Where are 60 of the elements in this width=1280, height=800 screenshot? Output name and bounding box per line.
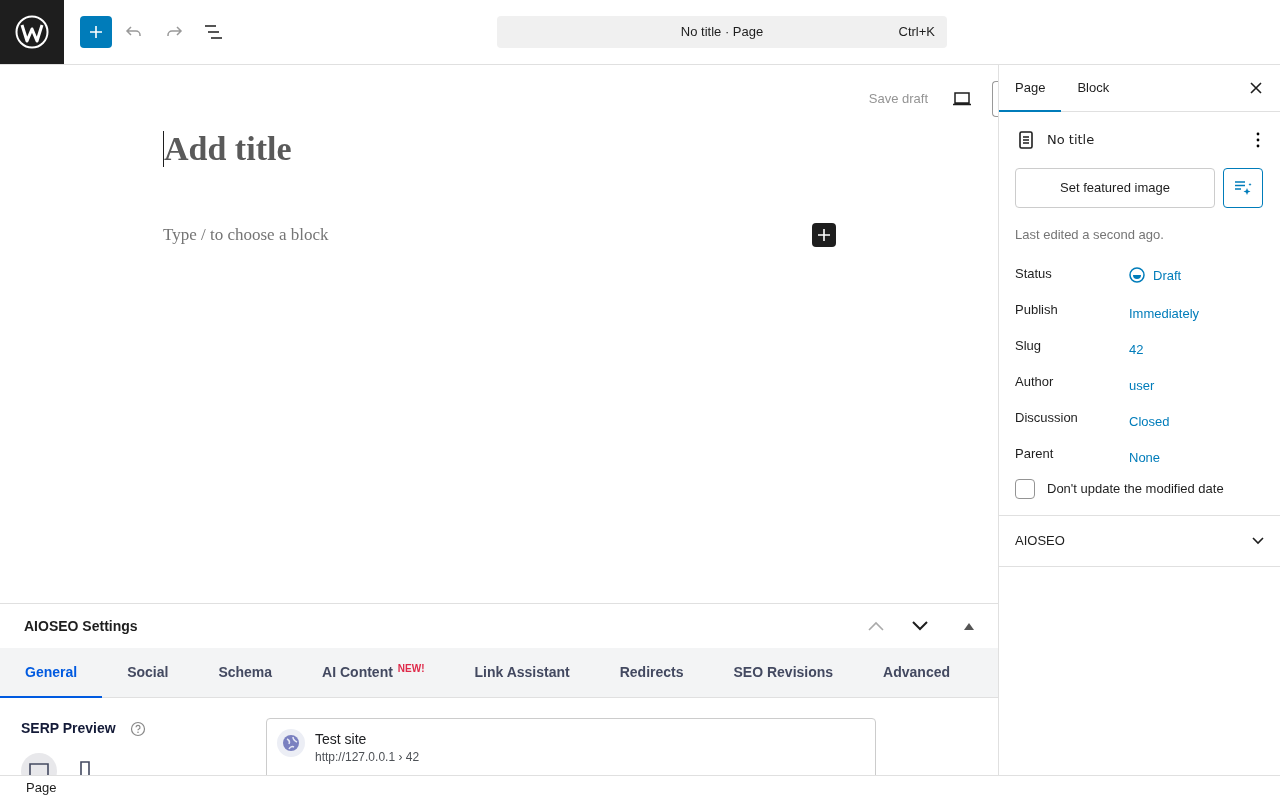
list-sparkle-icon: [1234, 180, 1252, 196]
field-label: Publish: [1015, 300, 1059, 319]
checkbox[interactable]: [1015, 478, 1035, 499]
breadcrumb-item[interactable]: Page: [26, 778, 57, 798]
sidebar-tab[interactable]: Block: [1061, 65, 1126, 112]
settings-tab[interactable]: Social: [102, 648, 194, 698]
set-featured-image-button[interactable]: Set featured image: [1015, 168, 1215, 208]
laptop-icon[interactable]: [952, 92, 972, 106]
panel-toggle[interactable]: AIOSEO: [999, 515, 1280, 567]
field-label: Parent: [1015, 444, 1055, 463]
field-value-link[interactable]: Closed: [1129, 404, 1170, 431]
command-bar[interactable]: No title · Page Ctrl+K: [497, 16, 947, 48]
field-label: Status: [1015, 264, 1053, 283]
draft-status-icon: [1129, 267, 1145, 284]
close-icon[interactable]: [1250, 82, 1262, 94]
field-label: Slug: [1015, 336, 1043, 355]
serp-preview-heading: SERP Preview: [21, 719, 116, 738]
settings-tab[interactable]: SEO Revisions: [708, 648, 859, 698]
plus-icon: [88, 24, 104, 40]
field-value-link[interactable]: None: [1129, 440, 1161, 467]
shortcut-hint: Ctrl+K: [898, 23, 935, 42]
phone-icon: [79, 761, 91, 775]
field-value-link[interactable]: Immediately: [1129, 296, 1200, 323]
site-url: http://127.0.0.1 › 42: [315, 749, 420, 765]
settings-tab[interactable]: Redirects: [594, 648, 709, 698]
settings-tab[interactable]: Schema: [193, 648, 298, 698]
monitor-icon: [29, 763, 49, 775]
settings-tab[interactable]: General: [0, 648, 103, 698]
settings-tab[interactable]: Link Assistant: [449, 648, 595, 698]
plus-icon: [817, 227, 831, 242]
last-edited-text: Last edited a second ago.: [1015, 226, 1165, 244]
help-icon[interactable]: [129, 720, 146, 737]
settings-tab[interactable]: Advanced: [858, 648, 976, 698]
field-label: Discussion: [1015, 408, 1079, 427]
settings-tab[interactable]: AI Content $^{NEW!}$: [297, 648, 450, 698]
status-button[interactable]: Draft: [1129, 260, 1182, 285]
ai-generate-button[interactable]: [1223, 168, 1263, 208]
document-title: No title: [1047, 131, 1096, 150]
more-options-icon[interactable]: [1256, 132, 1260, 148]
triangle-up-icon[interactable]: [964, 622, 974, 630]
title-field[interactable]: Add title: [163, 131, 836, 167]
list-view-icon[interactable]: [204, 24, 224, 40]
field-value-link[interactable]: user: [1129, 368, 1155, 395]
status-value: Draft: [1153, 266, 1182, 285]
wordpress-logo[interactable]: [0, 0, 64, 64]
add-block-button[interactable]: [812, 222, 836, 247]
checkbox-label: Don't update the modified date: [1047, 479, 1224, 498]
document-title: No title · Page: [680, 23, 764, 42]
site-name: Test site: [315, 730, 368, 749]
field-label: Author: [1015, 372, 1055, 391]
new-label: NEW!: [397, 662, 425, 674]
panel-title: AIOSEO Settings: [24, 616, 139, 636]
publish-button-edge[interactable]: [992, 81, 998, 117]
chevron-down-icon[interactable]: [912, 621, 928, 631]
page-icon: [1019, 131, 1033, 149]
chevron-down-icon: [1252, 536, 1264, 545]
block-input-field[interactable]: Type / to choose a block: [163, 222, 329, 248]
field-value-link[interactable]: 42: [1129, 332, 1144, 359]
globe-icon: [277, 729, 305, 757]
sidebar-tab[interactable]: Page: [999, 65, 1062, 112]
